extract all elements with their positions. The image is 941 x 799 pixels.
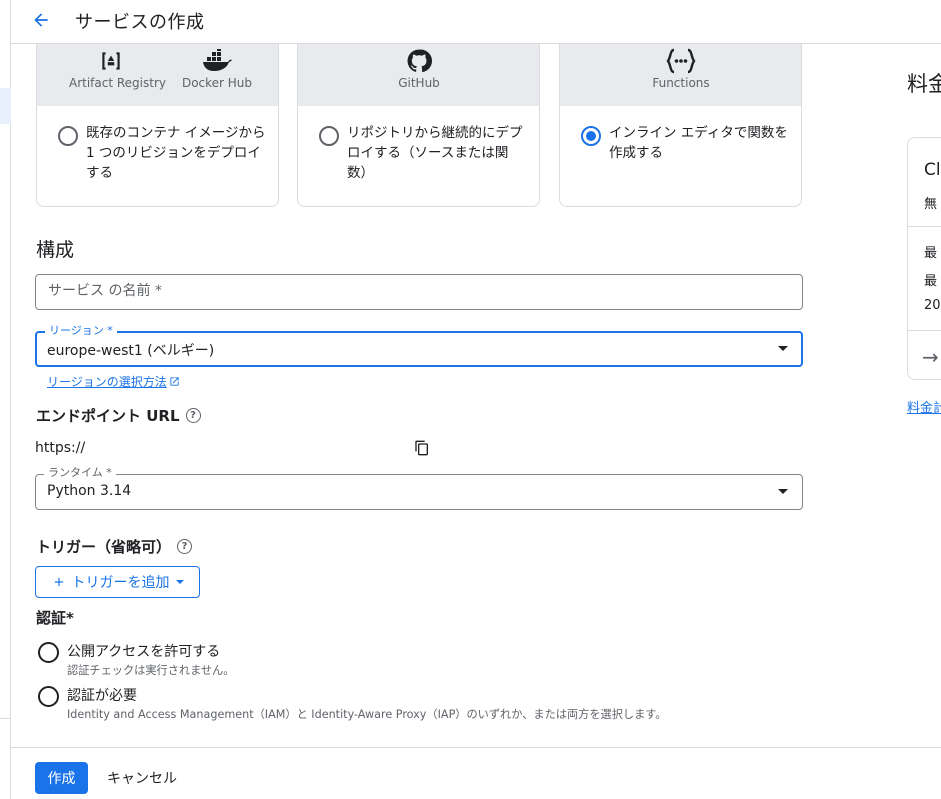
auth-option-public-sub: 認証チェックは実行されません。 — [67, 664, 235, 677]
runtime-label: ランタイム * — [44, 466, 116, 480]
card-logo-band: Artifact Registry Docker Hub — [37, 44, 278, 106]
pricing-row: 最 — [924, 246, 938, 261]
artifact-registry-icon — [95, 48, 127, 74]
card-logo-band: GitHub — [298, 44, 539, 106]
source-option-description: インライン エディタで関数を作成する — [609, 125, 788, 161]
github-icon — [403, 48, 435, 74]
pricing-card: Cl 無 最 最 20 → — [907, 137, 941, 380]
card-logo-band: Functions — [560, 44, 801, 106]
cancel-button[interactable]: キャンセル — [107, 768, 177, 788]
region-label: リージョン * — [45, 324, 117, 338]
auth-option-required-label[interactable]: 認証が必要 — [67, 685, 137, 705]
trigger-heading: トリガー（省略可） ? — [36, 536, 193, 557]
divider — [908, 226, 941, 227]
service-name-field[interactable] — [35, 274, 803, 310]
caret-down-icon — [175, 580, 184, 584]
pricing-row: 20 — [924, 298, 941, 313]
help-icon[interactable]: ? — [185, 408, 201, 423]
docker-hub-icon — [201, 48, 233, 74]
trigger-title: トリガー（省略可） — [36, 538, 172, 556]
region-help-link-label: リージョンの選択方法 — [47, 375, 167, 389]
plus-icon — [54, 577, 63, 587]
left-nav-divider — [0, 718, 11, 719]
copy-icon[interactable] — [414, 440, 430, 456]
source-option-radio[interactable] — [319, 126, 339, 146]
auth-option-required-sub: Identity and Access Management（IAM）と Ide… — [67, 708, 667, 721]
logo-label: Docker Hub — [181, 76, 253, 90]
dropdown-arrow-icon — [778, 346, 788, 351]
region-value: europe-west1 (ベルギー) — [47, 343, 215, 359]
auth-option-public-radio[interactable] — [38, 642, 59, 663]
dropdown-arrow-icon — [778, 489, 788, 494]
logo-label: Artifact Registry — [69, 76, 167, 90]
pricing-card-title: Cl — [924, 160, 941, 180]
action-bar: 作成 キャンセル — [11, 747, 941, 799]
source-option-radio[interactable] — [581, 126, 601, 146]
logo-label: GitHub — [398, 76, 440, 90]
auth-title: 認証* — [36, 609, 74, 627]
runtime-select[interactable]: ランタイム * Python 3.14 — [35, 466, 803, 510]
arrow-back-icon — [34, 13, 48, 27]
back-button[interactable] — [27, 6, 55, 34]
region-select[interactable]: リージョン * europe-west1 (ベルギー) — [35, 324, 803, 367]
pricing-row: 最 — [924, 274, 938, 289]
add-trigger-label: トリガーを追加 — [71, 575, 170, 591]
source-option-card-container-image[interactable]: Artifact Registry Docker Hub 既存のコンテナ イメー… — [36, 44, 279, 207]
auth-option-public-label[interactable]: 公開アクセスを許可する — [67, 641, 220, 661]
page-header: サービスの作成 — [11, 0, 941, 44]
source-option-description: リポジトリから継続的にデプロイする（ソースまたは関数） — [347, 125, 523, 181]
pricing-calculator-link[interactable]: 料金計 — [907, 397, 941, 416]
service-name-input[interactable] — [48, 283, 768, 299]
left-nav-rail — [0, 0, 11, 799]
functions-icon — [665, 48, 697, 74]
logo-label: Functions — [652, 76, 710, 90]
add-trigger-button[interactable]: トリガーを追加 — [35, 566, 200, 598]
divider — [908, 330, 941, 331]
source-option-card-repository[interactable]: GitHub リポジトリから継続的にデプロイする（ソースまたは関数） — [297, 44, 540, 207]
runtime-value: Python 3.14 — [47, 483, 132, 499]
region-help-link[interactable]: リージョンの選択方法 — [47, 373, 180, 390]
endpoint-url-value: https:// — [35, 440, 86, 456]
open-in-new-icon — [170, 377, 179, 386]
pricing-panel-title: 料金 — [907, 72, 941, 96]
page-title: サービスの作成 — [75, 12, 205, 33]
source-option-card-functions[interactable]: Functions インライン エディタで関数を作成する — [559, 44, 802, 207]
source-option-description: 既存のコンテナ イメージから 1 つのリビジョンをデプロイする — [86, 125, 266, 181]
auth-option-required-radio[interactable] — [38, 686, 59, 707]
help-icon[interactable]: ? — [177, 539, 193, 554]
config-section-title: 構成 — [36, 239, 75, 261]
endpoint-url-heading: エンドポイント URL ? — [36, 405, 201, 426]
left-nav-active-item[interactable] — [0, 88, 11, 124]
source-option-radio[interactable] — [58, 126, 78, 146]
create-button[interactable]: 作成 — [35, 762, 88, 794]
arrow-forward-icon[interactable]: → — [922, 345, 939, 369]
endpoint-url-title: エンドポイント URL — [36, 407, 180, 425]
pricing-card-subtitle: 無 — [924, 197, 938, 212]
